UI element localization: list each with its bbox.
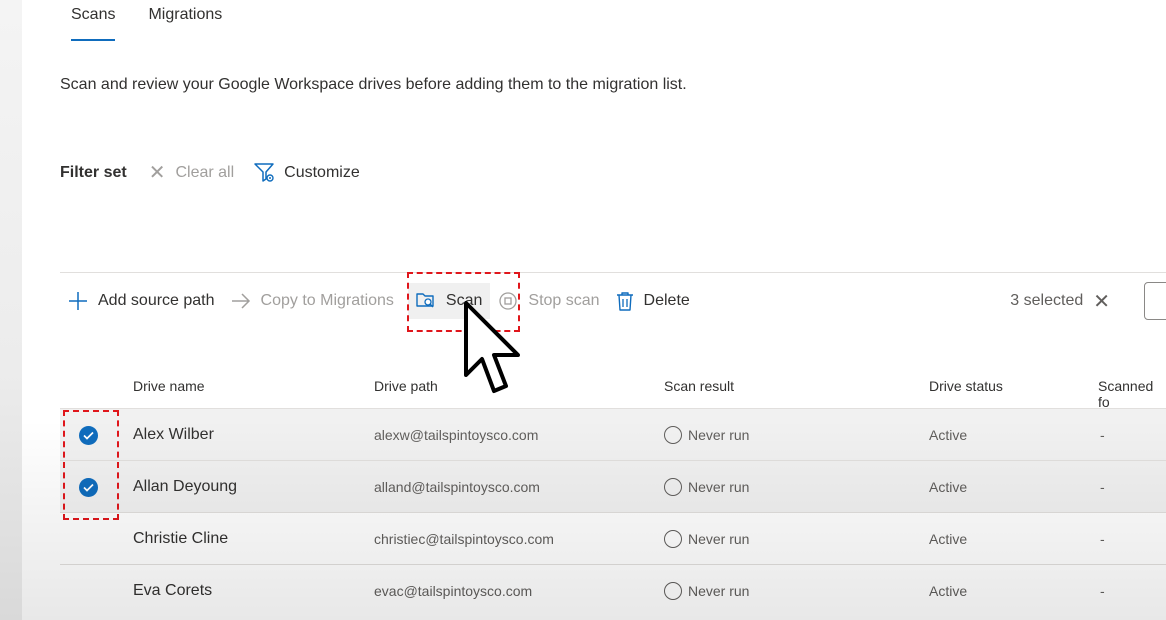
- tab-migrations[interactable]: Migrations: [148, 0, 222, 42]
- column-scanned-for[interactable]: Scanned fo: [1098, 378, 1166, 410]
- drive-status: Active: [929, 583, 968, 599]
- drive-path: alexw@tailspintoysco.com: [374, 427, 539, 443]
- tab-list: Scans Migrations: [71, 0, 222, 42]
- column-scan-result[interactable]: Scan result: [664, 378, 734, 394]
- scanned-for: -: [1100, 479, 1105, 495]
- scan-result: Never run: [664, 426, 750, 445]
- left-navigation-edge: [0, 0, 22, 620]
- stop-scan-label: Stop scan: [528, 292, 600, 309]
- main-content: Scans Migrations Scan and review your Go…: [22, 0, 1166, 620]
- clear-all-label: Clear all: [175, 164, 235, 181]
- drive-path: evac@tailspintoysco.com: [374, 583, 533, 599]
- drive-status: Active: [929, 427, 968, 443]
- drive-path: christiec@tailspintoysco.com: [374, 531, 554, 547]
- table-row[interactable]: Alex Wilber alexw@tailspintoysco.com Nev…: [60, 408, 1166, 460]
- table-row[interactable]: Eva Corets evac@tailspintoysco.com Never…: [60, 564, 1166, 616]
- drives-table: Drive name Drive path Scan result Drive …: [60, 360, 1166, 616]
- copy-to-migrations-label: Copy to Migrations: [260, 292, 394, 309]
- radio-empty-icon: [664, 478, 682, 497]
- filter-settings-icon: [254, 163, 274, 182]
- close-icon: ✕: [148, 162, 166, 184]
- drive-status: Active: [929, 531, 968, 547]
- column-drive-status[interactable]: Drive status: [929, 378, 1003, 394]
- column-drive-path[interactable]: Drive path: [374, 378, 438, 394]
- scan-result: Never run: [664, 582, 750, 601]
- plus-icon: [68, 291, 88, 311]
- scan-result-text: Never run: [688, 583, 750, 599]
- close-icon[interactable]: ✕: [1093, 289, 1110, 314]
- delete-button[interactable]: Delete: [608, 283, 698, 319]
- scanned-for: -: [1100, 583, 1105, 599]
- scan-result-text: Never run: [688, 531, 750, 547]
- delete-label: Delete: [643, 292, 690, 309]
- arrow-right-icon: [231, 291, 251, 311]
- command-bar-divider: [60, 272, 1166, 273]
- drive-name: Christie Cline: [133, 530, 229, 547]
- drive-status: Active: [929, 479, 968, 495]
- drive-name: Eva Corets: [133, 582, 213, 599]
- customize-label: Customize: [284, 164, 360, 181]
- selection-status: 3 selected ✕: [1010, 283, 1110, 319]
- clear-all-button[interactable]: ✕ Clear all: [149, 163, 234, 183]
- mouse-pointer-icon: [464, 301, 520, 393]
- command-bar: Add source path Copy to Migrations Scan: [60, 276, 1166, 326]
- drive-name: Allan Deyoung: [133, 478, 238, 495]
- view-options-button[interactable]: [1144, 282, 1166, 320]
- table-row[interactable]: Allan Deyoung alland@tailspintoysco.com …: [60, 460, 1166, 512]
- radio-empty-icon: [664, 426, 682, 445]
- scan-result-text: Never run: [688, 427, 750, 443]
- page-description: Scan and review your Google Workspace dr…: [60, 76, 687, 93]
- copy-to-migrations-button[interactable]: Copy to Migrations: [223, 283, 402, 319]
- column-drive-name[interactable]: Drive name: [133, 378, 205, 394]
- customize-button[interactable]: Customize: [254, 163, 360, 183]
- drive-name: Alex Wilber: [133, 426, 214, 443]
- checkbox-highlight-annotation: [63, 410, 119, 520]
- scan-result: Never run: [664, 478, 750, 497]
- table-row[interactable]: Christie Cline christiec@tailspintoysco.…: [60, 512, 1166, 564]
- scan-result-text: Never run: [688, 479, 750, 495]
- selected-count-label: 3 selected: [1010, 292, 1084, 309]
- radio-empty-icon: [664, 582, 682, 601]
- filter-bar: Filter set ✕ Clear all Customize: [60, 161, 360, 185]
- radio-empty-icon: [664, 530, 682, 549]
- scanned-for: -: [1100, 427, 1105, 443]
- add-source-path-label: Add source path: [98, 292, 215, 309]
- add-source-path-button[interactable]: Add source path: [60, 283, 223, 319]
- tab-scans[interactable]: Scans: [71, 0, 116, 42]
- filter-set-label: Filter set: [60, 164, 127, 181]
- scan-result: Never run: [664, 530, 750, 549]
- trash-icon: [616, 291, 634, 311]
- drive-path: alland@tailspintoysco.com: [374, 479, 540, 495]
- table-header: Drive name Drive path Scan result Drive …: [60, 360, 1166, 410]
- scanned-for: -: [1100, 531, 1105, 547]
